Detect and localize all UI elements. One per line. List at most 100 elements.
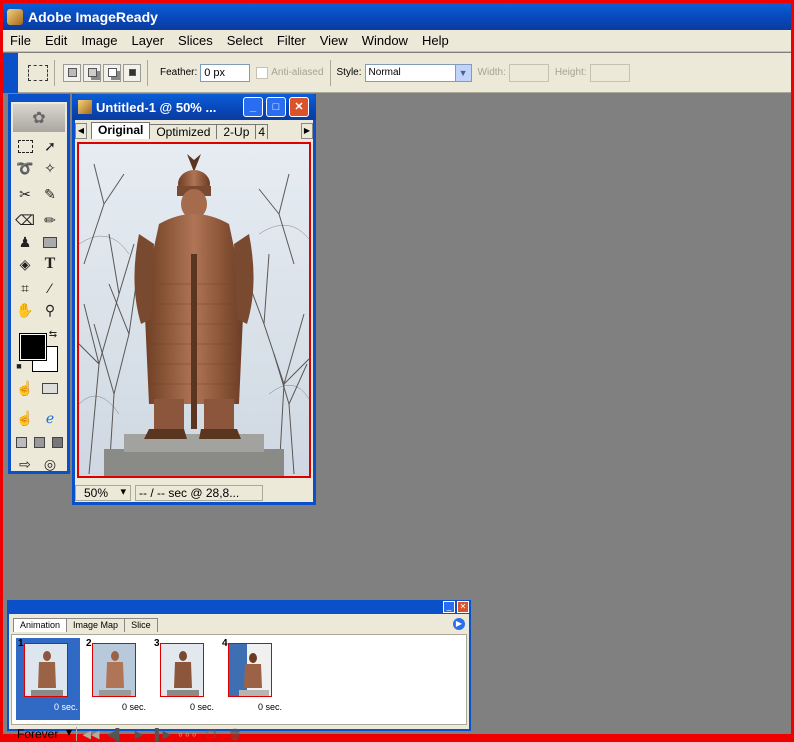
frame-thumbnail	[228, 643, 272, 697]
tab-slice[interactable]: Slice	[124, 618, 158, 632]
height-label: Height:	[554, 67, 587, 78]
menu-filter[interactable]: Filter	[270, 33, 313, 48]
tab-4-up[interactable]: 4	[255, 124, 269, 139]
tab-scroll-left-icon[interactable]: ◀	[75, 123, 87, 139]
magic-wand-icon[interactable]: ✧	[39, 158, 61, 178]
paint-bucket-icon[interactable]: ◈	[14, 254, 36, 274]
imageready-logo[interactable]: ✿	[13, 104, 65, 132]
full-screen-mode-icon[interactable]	[48, 432, 66, 452]
maximize-icon[interactable]: □	[266, 97, 286, 117]
duplicate-frame-icon[interactable]: ❐	[201, 728, 221, 741]
tab-image-map[interactable]: Image Map	[66, 618, 126, 632]
document-window: Untitled-1 @ 50% ... _ □ ✕ ◀ Original Op…	[72, 94, 316, 505]
chevron-down-icon[interactable]: ▼	[454, 64, 471, 81]
hand-icon[interactable]: ✋	[14, 300, 36, 320]
anti-aliased-checkbox[interactable]	[256, 66, 269, 79]
close-icon[interactable]: ✕	[457, 601, 469, 613]
previous-frame-icon[interactable]: ◀▌	[105, 728, 125, 741]
rectangle-marquee-icon[interactable]	[14, 136, 36, 156]
default-colors-icon[interactable]: ■	[13, 360, 25, 372]
toggle-image-map-icon[interactable]	[39, 378, 61, 398]
style-select[interactable]: Normal ▼	[364, 63, 472, 82]
menu-file[interactable]: File	[3, 33, 38, 48]
menu-help[interactable]: Help	[415, 33, 456, 48]
frame-thumbnail	[92, 643, 136, 697]
document-title-bar[interactable]: Untitled-1 @ 50% ... _ □ ✕	[72, 94, 316, 120]
toggle-slice-visibility-icon[interactable]: ☝	[14, 378, 36, 398]
jump-to-app-icon[interactable]: ◎	[39, 454, 61, 474]
menu-slices[interactable]: Slices	[171, 33, 220, 48]
animation-frame[interactable]: 1 0 sec.	[16, 638, 80, 720]
width-input[interactable]	[508, 63, 549, 82]
crop-slice-icon[interactable]: ✂	[14, 184, 36, 204]
divider	[147, 59, 148, 86]
slice-select-icon[interactable]: ✎	[39, 184, 61, 204]
options-bar: Feather: Anti-aliased Style: Normal ▼ Wi…	[3, 52, 791, 93]
menu-select[interactable]: Select	[220, 33, 270, 48]
animation-frame[interactable]: 2 0 sec.	[84, 638, 148, 720]
type-icon[interactable]: T	[39, 254, 61, 274]
clone-stamp-icon[interactable]: ♟	[14, 232, 36, 252]
move-icon[interactable]: ➚	[39, 136, 61, 156]
animation-frame[interactable]: 4 0 sec.	[220, 638, 284, 720]
new-selection-button[interactable]	[63, 63, 81, 82]
first-frame-icon[interactable]: ◀◀	[81, 728, 101, 741]
brush-icon[interactable]: ✏	[39, 210, 61, 230]
foreground-color-swatch[interactable]	[19, 333, 47, 361]
height-input[interactable]	[589, 63, 630, 82]
feather-input[interactable]	[200, 63, 251, 82]
menu-window[interactable]: Window	[355, 33, 415, 48]
minimize-icon[interactable]: _	[443, 601, 455, 613]
eyedropper-icon[interactable]: ⁄	[39, 278, 61, 298]
frame-number: 4	[222, 638, 228, 649]
tab-optimized[interactable]: Optimized	[149, 124, 218, 139]
divider	[329, 59, 331, 86]
frame-delay[interactable]: 0 sec.	[122, 702, 146, 712]
animation-frame[interactable]: 3 0 sec.	[152, 638, 216, 720]
full-screen-menu-mode-icon[interactable]	[30, 432, 48, 452]
marquee-tool-preset-icon[interactable]	[28, 64, 48, 81]
zoom-icon[interactable]: ⚲	[39, 300, 61, 320]
image-canvas[interactable]	[77, 142, 311, 478]
app-window: Adobe ImageReady File Edit Image Layer S…	[3, 3, 791, 741]
tab-2-up[interactable]: 2-Up	[216, 124, 257, 139]
rollover-preview-icon[interactable]: ☝	[14, 408, 36, 428]
download-time-readout[interactable]: -- / -- sec @ 28,8...	[135, 485, 263, 501]
swap-colors-icon[interactable]: ⇆	[47, 328, 59, 340]
tab-animation[interactable]: Animation	[13, 618, 68, 632]
tab-scroll-right-icon[interactable]: ▶	[301, 123, 313, 139]
standard-screen-mode-icon[interactable]	[12, 432, 30, 452]
menu-layer[interactable]: Layer	[125, 33, 172, 48]
frame-delay[interactable]: 0 sec.	[190, 702, 214, 712]
lasso-icon[interactable]: ➰	[14, 158, 36, 178]
frame-delay[interactable]: 0 sec.	[54, 702, 78, 712]
minimize-icon[interactable]: _	[243, 97, 263, 117]
play-icon[interactable]: ▶	[129, 728, 149, 741]
divider	[54, 59, 55, 86]
preview-in-browser-icon[interactable]: ℯ	[39, 408, 61, 428]
delete-frame-icon[interactable]: 🗑	[225, 728, 245, 741]
intersect-selection-button[interactable]	[123, 63, 141, 82]
add-to-selection-button[interactable]	[83, 63, 101, 82]
palette-menu-icon[interactable]: ▶	[453, 618, 465, 630]
close-icon[interactable]: ✕	[289, 97, 309, 117]
tab-original[interactable]: Original	[91, 122, 151, 139]
next-frame-icon[interactable]: ▌▶	[153, 728, 173, 741]
subtract-from-selection-button[interactable]	[103, 63, 121, 82]
eraser-icon[interactable]: ⌫	[14, 210, 36, 230]
jump-to-photoshop-icon[interactable]: ⇨	[14, 454, 36, 474]
title-bar: Adobe ImageReady	[3, 3, 791, 30]
menu-view[interactable]: View	[313, 33, 355, 48]
zoom-select[interactable]: 50%	[75, 485, 131, 501]
loop-select[interactable]: Forever	[11, 725, 77, 741]
rectangle-shape-icon[interactable]	[39, 232, 61, 252]
frame-delay[interactable]: 0 sec.	[258, 702, 282, 712]
options-bar-grip[interactable]	[3, 52, 18, 93]
tween-icon[interactable]: ∘∘∘	[177, 728, 198, 741]
menu-image[interactable]: Image	[74, 33, 124, 48]
app-title: Adobe ImageReady	[28, 8, 158, 25]
menu-bar: File Edit Image Layer Slices Select Filt…	[3, 30, 791, 52]
loop-value: Forever	[17, 727, 59, 741]
menu-edit[interactable]: Edit	[38, 33, 74, 48]
crop-icon[interactable]: ⌗	[14, 278, 36, 298]
